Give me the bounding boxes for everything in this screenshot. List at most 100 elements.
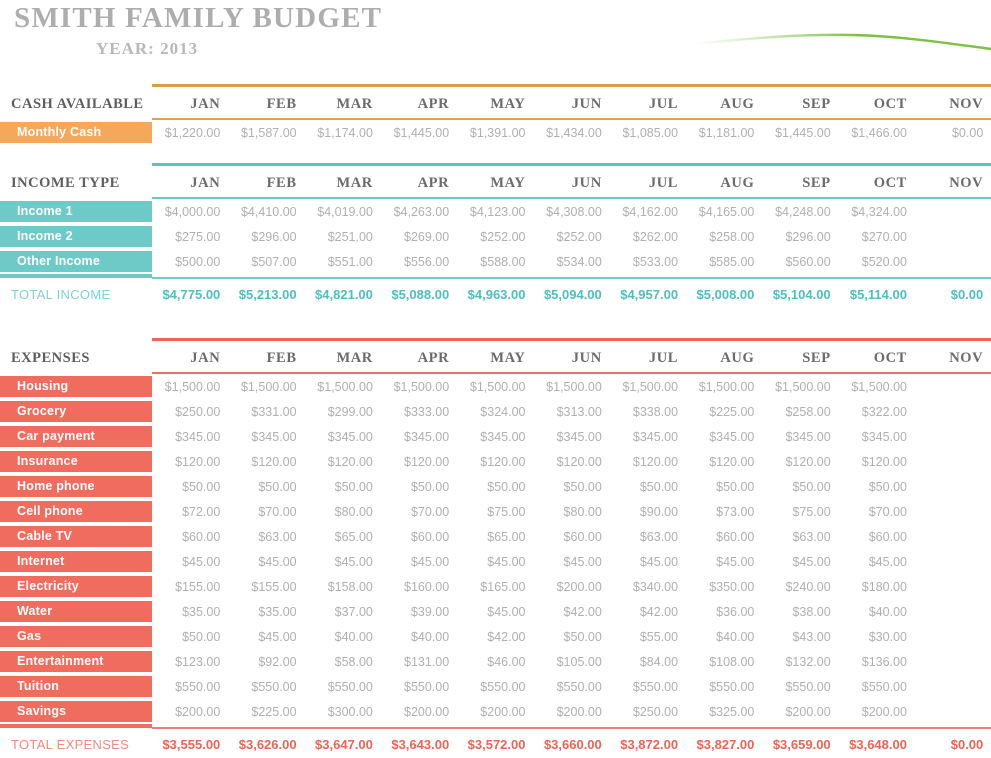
table-cell[interactable] xyxy=(915,224,991,249)
table-cell[interactable]: $60.00 xyxy=(381,524,457,549)
table-cell[interactable]: $63.00 xyxy=(610,524,686,549)
table-cell[interactable]: $300.00 xyxy=(305,699,381,724)
table-cell[interactable]: $325.00 xyxy=(686,699,762,724)
table-cell[interactable]: $105.00 xyxy=(533,649,609,674)
table-cell[interactable]: $45.00 xyxy=(533,549,609,574)
table-cell[interactable]: $533.00 xyxy=(610,249,686,274)
table-cell[interactable]: $120.00 xyxy=(152,449,228,474)
table-cell[interactable]: $1,587.00 xyxy=(228,119,304,145)
table-cell[interactable]: $550.00 xyxy=(381,674,457,699)
table-cell[interactable]: $50.00 xyxy=(152,474,228,499)
table-cell[interactable]: $30.00 xyxy=(839,624,915,649)
table-cell[interactable]: $40.00 xyxy=(381,624,457,649)
table-cell[interactable]: $50.00 xyxy=(686,474,762,499)
table-cell[interactable]: $46.00 xyxy=(457,649,533,674)
table-cell[interactable]: $299.00 xyxy=(305,399,381,424)
table-cell[interactable]: $4,324.00 xyxy=(839,198,915,224)
table-cell[interactable]: $258.00 xyxy=(762,399,838,424)
table-cell[interactable]: $550.00 xyxy=(152,674,228,699)
table-cell[interactable]: $296.00 xyxy=(228,224,304,249)
table-cell[interactable]: $551.00 xyxy=(305,249,381,274)
table-cell[interactable]: $1,500.00 xyxy=(686,373,762,399)
table-cell[interactable]: $345.00 xyxy=(610,424,686,449)
table-cell[interactable]: $50.00 xyxy=(152,624,228,649)
table-cell[interactable]: $1,445.00 xyxy=(762,119,838,145)
table-cell[interactable]: $333.00 xyxy=(381,399,457,424)
table-cell[interactable]: $250.00 xyxy=(152,399,228,424)
table-cell[interactable]: $252.00 xyxy=(533,224,609,249)
table-cell[interactable]: $50.00 xyxy=(533,624,609,649)
table-cell[interactable] xyxy=(915,424,991,449)
table-cell[interactable]: $1,085.00 xyxy=(610,119,686,145)
table-cell[interactable]: $225.00 xyxy=(686,399,762,424)
table-cell[interactable]: $39.00 xyxy=(381,599,457,624)
table-cell[interactable]: $1,466.00 xyxy=(839,119,915,145)
table-cell[interactable]: $1,181.00 xyxy=(686,119,762,145)
table-cell[interactable]: $585.00 xyxy=(686,249,762,274)
table-cell[interactable]: $1,391.00 xyxy=(457,119,533,145)
table-cell[interactable]: $70.00 xyxy=(228,499,304,524)
table-cell[interactable]: $1,434.00 xyxy=(533,119,609,145)
table-cell[interactable]: $35.00 xyxy=(228,599,304,624)
table-cell[interactable] xyxy=(915,524,991,549)
table-cell[interactable]: $200.00 xyxy=(839,699,915,724)
table-cell[interactable]: $50.00 xyxy=(839,474,915,499)
table-cell[interactable]: $296.00 xyxy=(762,224,838,249)
table-cell[interactable]: $252.00 xyxy=(457,224,533,249)
table-cell[interactable]: $60.00 xyxy=(533,524,609,549)
table-cell[interactable]: $1,500.00 xyxy=(610,373,686,399)
table-cell[interactable]: $55.00 xyxy=(610,624,686,649)
table-cell[interactable]: $43.00 xyxy=(762,624,838,649)
table-cell[interactable]: $200.00 xyxy=(762,699,838,724)
table-cell[interactable]: $345.00 xyxy=(533,424,609,449)
table-cell[interactable]: $36.00 xyxy=(686,599,762,624)
table-cell[interactable]: $534.00 xyxy=(533,249,609,274)
table-cell[interactable]: $345.00 xyxy=(457,424,533,449)
table-cell[interactable]: $155.00 xyxy=(228,574,304,599)
table-cell[interactable]: $45.00 xyxy=(762,549,838,574)
table-cell[interactable]: $60.00 xyxy=(152,524,228,549)
table-cell[interactable]: $250.00 xyxy=(610,699,686,724)
table-cell[interactable]: $550.00 xyxy=(305,674,381,699)
table-cell[interactable]: $160.00 xyxy=(381,574,457,599)
table-cell[interactable]: $338.00 xyxy=(610,399,686,424)
table-cell[interactable]: $550.00 xyxy=(762,674,838,699)
table-cell[interactable]: $120.00 xyxy=(762,449,838,474)
table-cell[interactable]: $4,248.00 xyxy=(762,198,838,224)
table-cell[interactable]: $120.00 xyxy=(457,449,533,474)
table-cell[interactable]: $322.00 xyxy=(839,399,915,424)
table-cell[interactable]: $136.00 xyxy=(839,649,915,674)
table-cell[interactable]: $345.00 xyxy=(305,424,381,449)
table-cell[interactable]: $345.00 xyxy=(762,424,838,449)
table-cell[interactable] xyxy=(915,474,991,499)
table-cell[interactable]: $70.00 xyxy=(839,499,915,524)
table-cell[interactable]: $1,220.00 xyxy=(152,119,228,145)
table-cell[interactable]: $1,500.00 xyxy=(305,373,381,399)
table-cell[interactable]: $556.00 xyxy=(381,249,457,274)
table-cell[interactable]: $65.00 xyxy=(457,524,533,549)
table-cell[interactable]: $37.00 xyxy=(305,599,381,624)
table-cell[interactable]: $313.00 xyxy=(533,399,609,424)
table-cell[interactable]: $120.00 xyxy=(610,449,686,474)
table-cell[interactable]: $1,174.00 xyxy=(305,119,381,145)
table-cell[interactable]: $350.00 xyxy=(686,574,762,599)
table-cell[interactable]: $4,162.00 xyxy=(610,198,686,224)
table-cell[interactable]: $4,123.00 xyxy=(457,198,533,224)
table-cell[interactable]: $345.00 xyxy=(686,424,762,449)
table-cell[interactable]: $120.00 xyxy=(305,449,381,474)
table-cell[interactable]: $340.00 xyxy=(610,574,686,599)
table-cell[interactable]: $165.00 xyxy=(457,574,533,599)
table-cell[interactable]: $35.00 xyxy=(152,599,228,624)
table-cell[interactable]: $269.00 xyxy=(381,224,457,249)
table-cell[interactable]: $550.00 xyxy=(533,674,609,699)
table-cell[interactable] xyxy=(915,373,991,399)
table-cell[interactable]: $1,500.00 xyxy=(381,373,457,399)
table-cell[interactable]: $92.00 xyxy=(228,649,304,674)
table-cell[interactable] xyxy=(915,674,991,699)
table-cell[interactable]: $275.00 xyxy=(152,224,228,249)
table-cell[interactable]: $90.00 xyxy=(610,499,686,524)
table-cell[interactable]: $1,445.00 xyxy=(381,119,457,145)
table-cell[interactable]: $4,165.00 xyxy=(686,198,762,224)
table-cell[interactable]: $42.00 xyxy=(533,599,609,624)
table-cell[interactable]: $520.00 xyxy=(839,249,915,274)
